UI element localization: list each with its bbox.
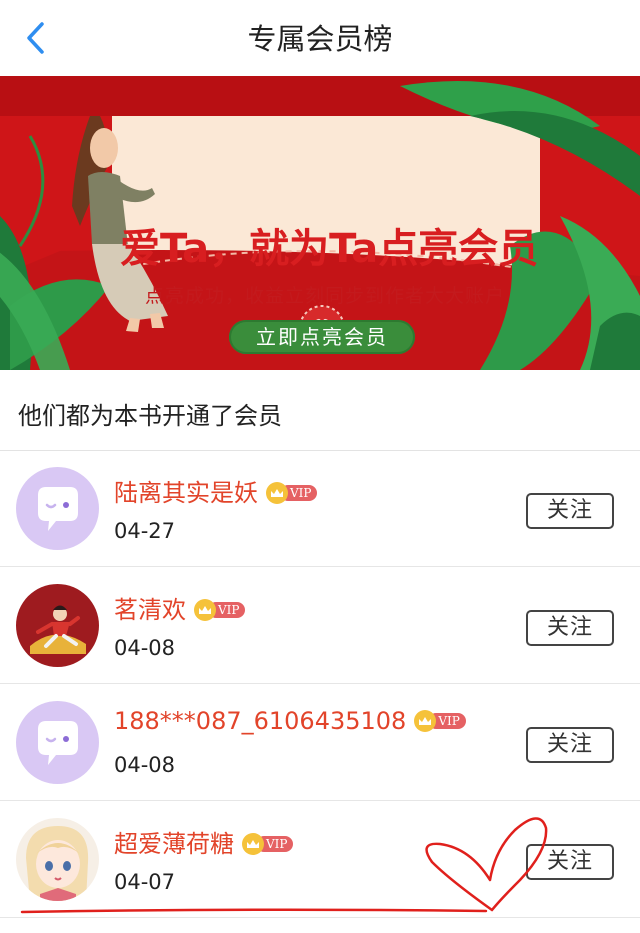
member-name-text[interactable]: 陆离其实是妖 (114, 479, 258, 507)
member-row[interactable]: 188***087_6106435108 VIP 04-08 关注 (0, 685, 640, 801)
banner-title: 爱Ta，就为Ta点亮会员 (120, 226, 539, 272)
vip-badge: VIP (194, 599, 246, 621)
member-name-text[interactable]: 188***087_6106435108 (114, 707, 406, 735)
crown-icon (266, 482, 288, 504)
member-row[interactable]: 超爱薄荷糖 VIP 04-07 关注 (0, 802, 640, 918)
vip-badge: VIP (414, 710, 466, 732)
light-up-membership-button[interactable]: 立即点亮会员 (229, 320, 415, 354)
promo-banner[interactable]: 爱Ta，就为Ta点亮会员 点亮成功，收益立刻同步到作者大大账户 立即点亮会员 (0, 76, 640, 370)
vip-badge: VIP (266, 482, 318, 504)
section-heading: 他们都为本书开通了会员 (18, 402, 282, 430)
banner-subtitle: 点亮成功，收益立刻同步到作者大大账户 (144, 285, 505, 307)
page-title: 专属会员榜 (247, 22, 393, 56)
member-date: 04-08 (114, 753, 176, 777)
illustrated-avatar[interactable] (16, 584, 99, 667)
follow-button[interactable]: 关注 (526, 493, 614, 529)
vip-badge: VIP (242, 833, 294, 855)
follow-button[interactable]: 关注 (526, 727, 614, 763)
member-date: 04-27 (114, 519, 176, 543)
member-name[interactable]: 超爱薄荷糖 VIP (114, 824, 294, 859)
member-date: 04-07 (114, 870, 176, 894)
member-name[interactable]: 188***087_6106435108 VIP (114, 707, 466, 735)
member-name-text[interactable]: 超爱薄荷糖 (114, 830, 234, 858)
member-name-text[interactable]: 茗清欢 (114, 596, 186, 624)
navigation-bar: 专属会员榜 (0, 0, 640, 76)
member-row[interactable]: 茗清欢 VIP 04-08 关注 (0, 568, 640, 684)
crown-icon (242, 833, 264, 855)
default-avatar-icon[interactable] (16, 701, 99, 784)
follow-button[interactable]: 关注 (526, 844, 614, 880)
member-name[interactable]: 茗清欢 VIP (114, 590, 246, 625)
crown-icon (194, 599, 216, 621)
anime-girl-avatar[interactable] (16, 818, 99, 901)
member-date: 04-08 (114, 636, 176, 660)
member-name[interactable]: 陆离其实是妖 VIP (114, 473, 318, 508)
default-avatar-icon[interactable] (16, 467, 99, 550)
follow-button[interactable]: 关注 (526, 610, 614, 646)
member-row[interactable]: 陆离其实是妖 VIP 04-27 关注 (0, 451, 640, 567)
